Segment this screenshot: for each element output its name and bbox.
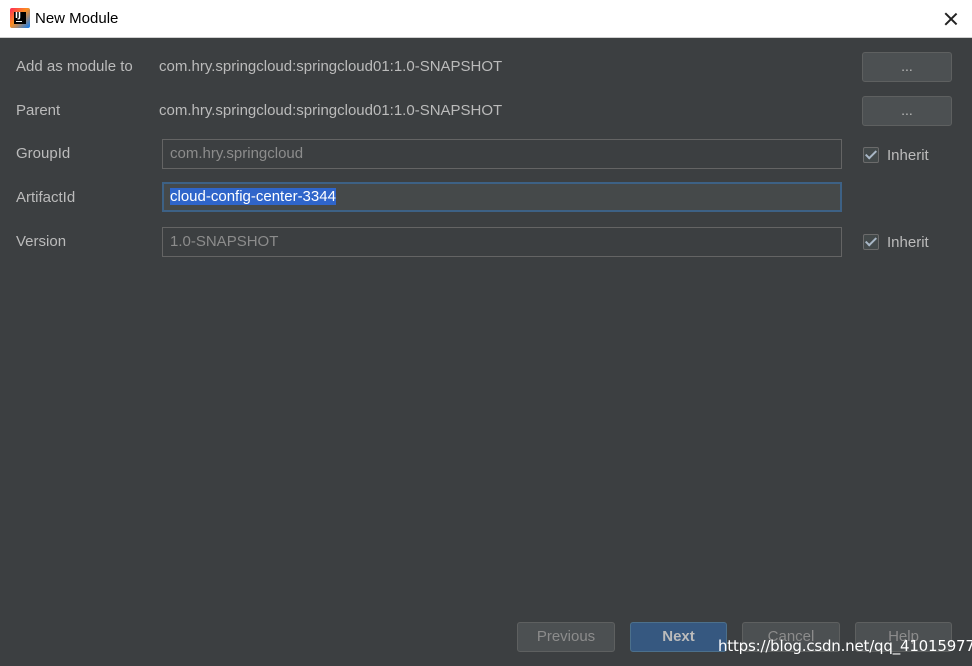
close-icon[interactable] [940, 8, 962, 30]
group-id-field[interactable]: com.hry.springcloud [162, 139, 842, 169]
version-field[interactable]: 1.0-SNAPSHOT [162, 227, 842, 257]
watermark-text: https://blog.csdn.net/qq_41015977 [718, 637, 972, 655]
add-as-module-label: Add as module to [16, 58, 133, 75]
next-button[interactable]: Next [630, 622, 727, 652]
artifact-id-label: ArtifactId [16, 189, 76, 206]
group-id-inherit-checkbox[interactable] [863, 147, 879, 163]
window-title: New Module [35, 10, 119, 27]
add-as-module-browse-button[interactable]: ... [862, 52, 952, 82]
previous-button[interactable]: Previous [517, 622, 615, 652]
version-value: 1.0-SNAPSHOT [170, 233, 279, 250]
version-inherit-label[interactable]: Inherit [887, 234, 929, 252]
group-id-value: com.hry.springcloud [170, 145, 304, 162]
artifact-id-value: cloud-config-center-3344 [170, 188, 336, 205]
parent-value: com.hry.springcloud:springcloud01:1.0-SN… [159, 102, 503, 119]
app-icon-glyph: IJ [15, 11, 21, 20]
group-id-label: GroupId [16, 145, 71, 162]
title-bar: IJ New Module [0, 0, 972, 38]
artifact-id-field[interactable]: cloud-config-center-3344 [162, 182, 842, 212]
group-id-inherit-label[interactable]: Inherit [887, 147, 929, 165]
version-inherit-checkbox[interactable] [863, 234, 879, 250]
parent-browse-button[interactable]: ... [862, 96, 952, 126]
add-as-module-value: com.hry.springcloud:springcloud01:1.0-SN… [159, 58, 503, 75]
version-label: Version [16, 233, 67, 250]
intellij-idea-icon: IJ [10, 8, 30, 28]
parent-label: Parent [16, 102, 61, 119]
